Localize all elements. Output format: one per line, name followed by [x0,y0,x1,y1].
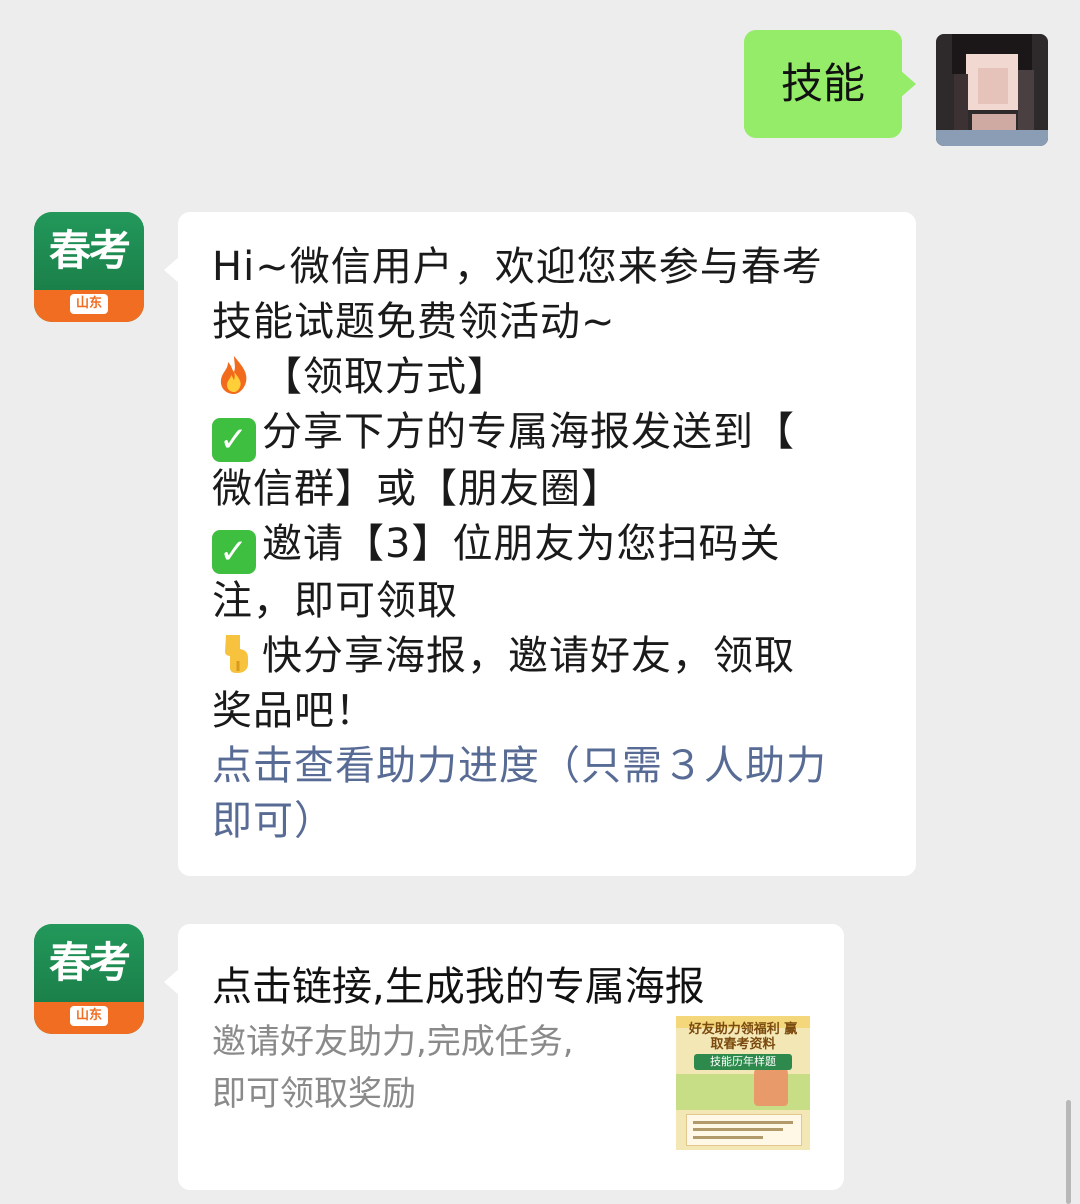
message-line: Hi~微信用户，欢迎您来参与春考 [212,244,823,290]
check-mark-emoji: ✓ [212,418,256,462]
fire-emoji [212,352,256,396]
avatar-main-label: 春考 [34,212,144,290]
method-heading: 【领取方式】 [262,354,508,400]
bot-avatar[interactable]: 春考 山东 [34,924,144,1034]
thumb-badge: 技能历年样题 [694,1054,792,1070]
message-line: 注，即可领取 [212,578,458,624]
avatar-tag-label: 山东 [75,1008,102,1023]
share-text: 快分享海报，邀请好友，领取 [262,633,795,679]
message-line: 技能试题免费领活动~ [212,299,616,345]
message-line-method: 【领取方式】 [212,350,872,405]
scrollbar[interactable] [1066,1100,1071,1204]
check-mark-emoji: ✓ [212,530,256,574]
user-message-text: 技能 [780,59,865,108]
message-line-step1: ✓ 分享下方的专属海报发送到【 [212,405,872,462]
step2-text: 邀请【3】位朋友为您扫码关 [262,521,781,567]
message-line: 奖品吧！ [212,688,376,734]
message-line-share: 快分享海报，邀请好友，领取 [212,629,872,684]
thumb-text-box [686,1114,802,1146]
poster-link-card[interactable]: 点击链接,生成我的专属海报 邀请好友助力,完成任务, 即可领取奖励 好友助力领福… [164,924,844,1190]
message-line: 微信群】或【朋友圈】 [212,466,622,512]
poster-thumbnail: 好友助力领福利 赢取春考资料 技能历年样题 [676,1016,810,1150]
welcome-message-bubble: Hi~微信用户，欢迎您来参与春考 技能试题免费领活动~ 【领取方式】 ✓ 分享下方… [164,212,916,876]
card-description: 邀请好友助力,完成任务, 即可领取奖励 [212,1016,632,1120]
step1-text: 分享下方的专属海报发送到【 [262,409,795,455]
card-desc-line: 邀请好友助力,完成任务, [212,1022,574,1062]
thumb-title: 好友助力领福利 赢取春考资料 [688,1022,798,1052]
card-title: 点击链接,生成我的专属海报 [212,964,705,1010]
bubble-tail [900,70,916,98]
pointing-down-emoji [212,631,256,675]
user-avatar[interactable] [936,34,1048,146]
user-message-bubble[interactable]: 技能 [744,30,916,138]
bubble-tail [164,968,180,996]
bot-avatar[interactable]: 春考 山东 [34,212,144,322]
progress-link-cont[interactable]: 即可） [212,794,872,849]
welcome-message-text: Hi~微信用户，欢迎您来参与春考 技能试题免费领活动~ 【领取方式】 ✓ 分享下方… [212,240,872,849]
avatar-tag-label: 山东 [75,296,102,311]
message-line-step2: ✓ 邀请【3】位朋友为您扫码关 [212,517,872,574]
avatar-main-label: 春考 [34,924,144,1002]
progress-link[interactable]: 点击查看助力进度（只需３人助力 [212,739,872,794]
bubble-tail [164,256,180,284]
card-desc-line: 即可领取奖励 [212,1074,416,1114]
